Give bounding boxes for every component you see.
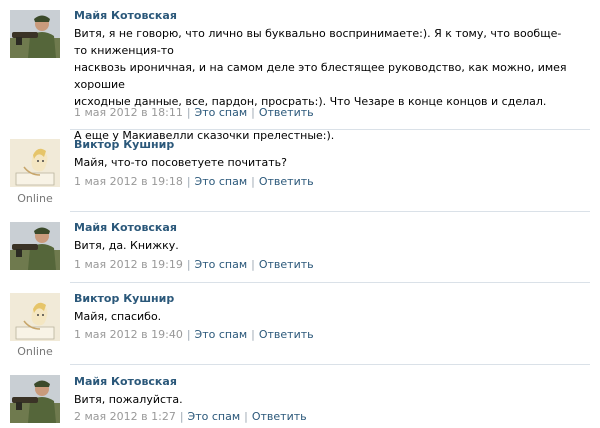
comment-author[interactable]: Виктор Кушнир — [74, 292, 174, 305]
spam-link[interactable]: Это спам — [195, 328, 248, 341]
comment-text-line: насквозь ироничная, и на самом деле это … — [74, 61, 567, 91]
comment-meta: 1 мая 2012 в 19:19 | Это спам | Ответить — [74, 258, 314, 271]
reply-link[interactable]: Ответить — [259, 328, 314, 341]
comment-date[interactable]: 1 мая 2012 в 19:19 — [74, 258, 183, 271]
comment-text: Майя, спасибо. — [74, 308, 574, 325]
separator: | — [251, 258, 255, 271]
avatar[interactable] — [10, 139, 60, 187]
comment-text-line: Витя, пожалуйста. — [74, 393, 183, 406]
comment-text-line: Майя, спасибо. — [74, 310, 162, 323]
avatar[interactable] — [10, 375, 60, 423]
comment-date[interactable]: 1 мая 2012 в 19:40 — [74, 328, 183, 341]
separator: | — [251, 106, 255, 119]
comment-text: Витя, да. Книжку. — [74, 237, 574, 254]
avatar[interactable] — [10, 222, 60, 270]
comment-author[interactable]: Виктор Кушнир — [74, 138, 174, 151]
comment-date[interactable]: 1 мая 2012 в 19:18 — [74, 175, 183, 188]
reply-link[interactable]: Ответить — [252, 410, 307, 423]
comment-author[interactable]: Майя Котовская — [74, 375, 177, 388]
comment-divider — [70, 364, 590, 365]
avatar[interactable] — [10, 10, 60, 58]
spam-link[interactable]: Это спам — [188, 410, 241, 423]
comment-meta: 1 мая 2012 в 19:40 | Это спам | Ответить — [74, 328, 314, 341]
comment-author[interactable]: Майя Котовская — [74, 9, 177, 22]
comment-divider — [70, 129, 590, 130]
separator: | — [179, 410, 184, 423]
spam-link[interactable]: Это спам — [195, 106, 248, 119]
comment-text-line: Майя, что-то посоветуете почитать? — [74, 156, 287, 169]
online-status: Online — [17, 192, 53, 205]
separator: | — [186, 328, 191, 341]
separator: | — [244, 410, 248, 423]
comment-meta: 1 мая 2012 в 18:11 | Это спам | Ответить — [74, 106, 314, 119]
avatar[interactable] — [10, 293, 60, 341]
separator: | — [186, 258, 191, 271]
separator: | — [251, 175, 255, 188]
comment-text: Витя, я не говорю, что лично вы буквальн… — [74, 25, 574, 144]
online-status: Online — [17, 345, 53, 358]
comment-author[interactable]: Майя Котовская — [74, 221, 177, 234]
reply-link[interactable]: Ответить — [259, 258, 314, 271]
spam-link[interactable]: Это спам — [195, 258, 248, 271]
comment-text: Витя, пожалуйста. — [74, 391, 574, 408]
comment-text-line: Витя, да. Книжку. — [74, 239, 179, 252]
separator: | — [186, 106, 191, 119]
comment-divider — [70, 282, 590, 283]
comment-meta: 1 мая 2012 в 19:18 | Это спам | Ответить — [74, 175, 314, 188]
comment-date[interactable]: 1 мая 2012 в 18:11 — [74, 106, 183, 119]
separator: | — [186, 175, 191, 188]
separator: | — [251, 328, 255, 341]
reply-link[interactable]: Ответить — [259, 175, 314, 188]
comment-divider — [70, 211, 590, 212]
spam-link[interactable]: Это спам — [195, 175, 248, 188]
comment-text: Майя, что-то посоветуете почитать? — [74, 154, 574, 171]
comment-date[interactable]: 2 мая 2012 в 1:27 — [74, 410, 176, 423]
comment-text-line: Витя, я не говорю, что лично вы буквальн… — [74, 27, 562, 57]
comment-meta: 2 мая 2012 в 1:27 | Это спам | Ответить — [74, 410, 307, 423]
reply-link[interactable]: Ответить — [259, 106, 314, 119]
